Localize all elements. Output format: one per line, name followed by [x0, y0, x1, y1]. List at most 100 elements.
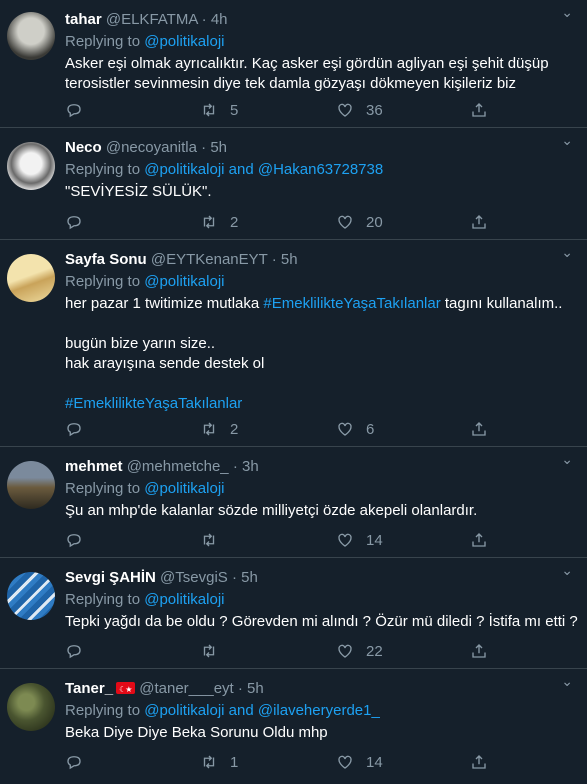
- mention-link[interactable]: @politikaloji: [144, 480, 224, 497]
- caret-down-icon[interactable]: ⌄: [561, 673, 573, 690]
- timestamp[interactable]: 5h: [241, 569, 258, 586]
- replying-to: Replying to @politikaloji: [65, 272, 577, 292]
- share-button[interactable]: [470, 101, 488, 119]
- mention-link[interactable]: @Hakan63728738: [258, 161, 383, 178]
- tweet-actions: 2 6: [65, 420, 587, 440]
- share-button[interactable]: [470, 642, 488, 660]
- like-count: 14: [366, 531, 383, 549]
- like-button[interactable]: 22: [336, 642, 383, 660]
- like-button[interactable]: 20: [336, 213, 383, 231]
- display-name[interactable]: mehmet: [65, 458, 123, 475]
- retweet-button[interactable]: 2: [200, 213, 238, 231]
- avatar[interactable]: [7, 572, 55, 620]
- mention-link[interactable]: @ilaveheryerde1_: [258, 702, 380, 719]
- timestamp[interactable]: 5h: [281, 251, 298, 268]
- share-button[interactable]: [470, 531, 488, 549]
- reply-button[interactable]: [65, 213, 95, 231]
- tweet-actions: 5 36: [65, 101, 587, 121]
- reply-button[interactable]: [65, 420, 95, 438]
- like-count: 36: [366, 101, 383, 119]
- tweet-actions: 14: [65, 531, 587, 551]
- tweet-header: Sevgi ŞAHİN @TsevgiS · 5h: [65, 568, 577, 588]
- tweet-actions: 2 20: [65, 213, 587, 233]
- avatar[interactable]: [7, 254, 55, 302]
- user-handle[interactable]: @ELKFATMA: [106, 11, 198, 28]
- retweet-button[interactable]: 1: [200, 753, 238, 771]
- user-handle[interactable]: @taner___eyt: [139, 680, 233, 697]
- avatar[interactable]: [7, 142, 55, 190]
- retweet-button[interactable]: [200, 642, 230, 660]
- replying-to-label: Replying to: [65, 273, 145, 290]
- timestamp[interactable]: 4h: [211, 11, 228, 28]
- separator: ·: [237, 680, 243, 697]
- like-icon: [338, 215, 352, 229]
- caret-down-icon[interactable]: ⌄: [561, 562, 573, 579]
- tweet-text: Beka Diye Diye Beka Sorunu Oldu mhp: [65, 723, 577, 743]
- retweet-icon: [203, 103, 215, 117]
- caret-down-icon[interactable]: ⌄: [561, 4, 573, 21]
- user-handle[interactable]: @EYTKenanEYT: [151, 251, 268, 268]
- reply-button[interactable]: [65, 531, 95, 549]
- tweet[interactable]: mehmet @mehmetche_ · 3h Replying to @pol…: [0, 447, 587, 558]
- share-button[interactable]: [470, 753, 488, 771]
- mention-link[interactable]: @politikaloji: [144, 702, 224, 719]
- tweet-text-line: hak arayışına sende destek ol: [65, 355, 265, 372]
- share-button[interactable]: [470, 213, 488, 231]
- replying-to-label: Replying to: [65, 480, 145, 497]
- hashtag-link[interactable]: #EmeklilikteYaşaTakılanlar: [263, 295, 440, 312]
- like-button[interactable]: 6: [336, 420, 374, 438]
- reply-button[interactable]: [65, 753, 95, 771]
- display-name[interactable]: Taner_: [65, 680, 113, 697]
- like-count: 22: [366, 642, 383, 660]
- avatar[interactable]: [7, 683, 55, 731]
- tweet-text-line: Şu an mhp'de kalanlar sözde milliyetçi ö…: [65, 502, 478, 519]
- avatar[interactable]: [7, 461, 55, 509]
- mention-link[interactable]: @politikaloji: [144, 591, 224, 608]
- reply-button[interactable]: [65, 642, 95, 660]
- share-button[interactable]: [470, 420, 488, 438]
- user-handle[interactable]: @mehmetche_: [127, 458, 229, 475]
- avatar[interactable]: [7, 12, 55, 60]
- caret-down-icon[interactable]: ⌄: [561, 451, 573, 468]
- caret-down-icon[interactable]: ⌄: [561, 132, 573, 149]
- user-handle[interactable]: @necoyanitla: [106, 139, 197, 156]
- reply-icon: [67, 756, 81, 770]
- retweet-button[interactable]: 5: [200, 101, 238, 119]
- tweet[interactable]: Sayfa Sonu @EYTKenanEYT · 5h Replying to…: [0, 240, 587, 447]
- display-name[interactable]: tahar: [65, 11, 102, 28]
- mention-link[interactable]: @politikaloji: [144, 33, 224, 50]
- retweet-button[interactable]: [200, 531, 230, 549]
- tweet-text: Şu an mhp'de kalanlar sözde milliyetçi ö…: [65, 501, 577, 521]
- hashtag-link[interactable]: #EmeklilikteYaşaTakılanlar: [65, 394, 577, 414]
- text-segment: her pazar 1 twitimize mutlaka: [65, 295, 264, 312]
- tweet[interactable]: Sevgi ŞAHİN @TsevgiS · 5h Replying to @p…: [0, 558, 587, 669]
- tweet[interactable]: Neco @necoyanitla · 5h Replying to @poli…: [0, 128, 587, 240]
- like-button[interactable]: 36: [336, 101, 383, 119]
- mention-link[interactable]: @politikaloji: [144, 161, 224, 178]
- like-button[interactable]: 14: [336, 753, 383, 771]
- tweet-header: Taner_ @taner___eyt · 5h: [65, 679, 577, 700]
- tweet-text-line: "SEVİYESİZ SÜLÜK".: [65, 183, 212, 200]
- retweet-button[interactable]: 2: [200, 420, 238, 438]
- like-icon: [338, 644, 352, 658]
- share-icon: [472, 533, 486, 547]
- caret-down-icon[interactable]: ⌄: [561, 244, 573, 261]
- display-name[interactable]: Sevgi ŞAHİN: [65, 569, 156, 586]
- timestamp[interactable]: 5h: [247, 680, 264, 697]
- like-icon: [338, 755, 352, 769]
- tweet-text: Tepki yağdı da be oldu ? Görevden mi alı…: [65, 612, 578, 632]
- display-name[interactable]: Neco: [65, 139, 102, 156]
- timestamp[interactable]: 5h: [210, 139, 227, 156]
- reply-button[interactable]: [65, 101, 95, 119]
- mention-link[interactable]: @politikaloji: [144, 273, 224, 290]
- retweet-icon: [203, 755, 215, 769]
- user-handle[interactable]: @TsevgiS: [160, 569, 228, 586]
- like-button[interactable]: 14: [336, 531, 383, 549]
- share-icon: [472, 755, 486, 769]
- tweet[interactable]: tahar @ELKFATMA · 4h Replying to @politi…: [0, 0, 587, 128]
- separator: ·: [231, 569, 237, 586]
- tweet[interactable]: Taner_ @taner___eyt · 5h Replying to @po…: [0, 669, 587, 784]
- timestamp[interactable]: 3h: [242, 458, 259, 475]
- tweet-actions: 22: [65, 642, 587, 662]
- display-name[interactable]: Sayfa Sonu: [65, 251, 147, 268]
